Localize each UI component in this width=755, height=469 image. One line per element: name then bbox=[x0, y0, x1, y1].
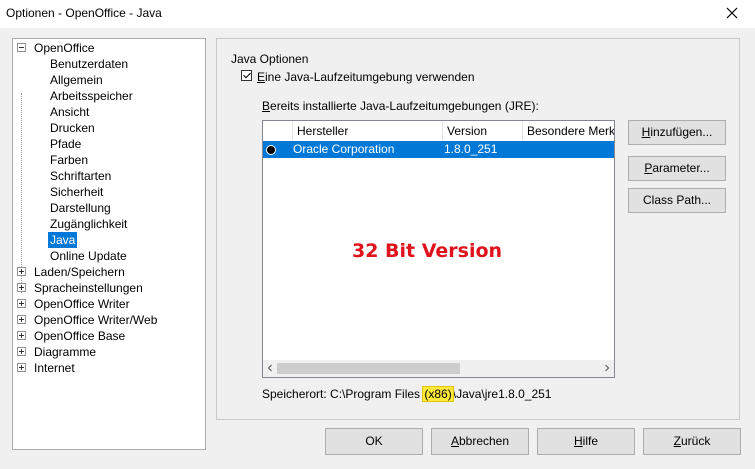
mnemonic: Z bbox=[673, 434, 681, 448]
label-text: ereits installierte Java-Laufzeitumgebun… bbox=[270, 99, 539, 113]
version-annotation: 32 Bit Version bbox=[352, 240, 503, 262]
options-tree[interactable]: OpenOffice Benutzerdaten Allgemein Arbei… bbox=[12, 38, 206, 450]
tree-item-label: Spracheinstellungen bbox=[34, 281, 143, 295]
tree-item-label: Laden/Speichern bbox=[34, 265, 125, 279]
mnemonic: H bbox=[641, 125, 651, 139]
mnemonic: H bbox=[573, 434, 583, 448]
parameters-button[interactable]: Parameter... bbox=[628, 156, 726, 181]
tree-item-label: Online Update bbox=[50, 249, 127, 263]
close-icon[interactable] bbox=[723, 4, 741, 22]
tree-item-label: Arbeitsspeicher bbox=[50, 89, 133, 103]
tree-item-label: Diagramme bbox=[34, 345, 97, 359]
column-header-select[interactable] bbox=[263, 121, 293, 141]
expand-icon[interactable] bbox=[17, 299, 26, 308]
tree-item-label: Sicherheit bbox=[50, 185, 104, 199]
tree-item-label: OpenOffice Writer bbox=[34, 297, 130, 311]
tree-guide-line bbox=[21, 93, 22, 293]
back-button[interactable]: Zurück bbox=[643, 428, 741, 455]
location-prefix: Speicherort: C:\Program Files bbox=[262, 387, 424, 401]
tree-item-label: Ansicht bbox=[50, 105, 90, 119]
location-highlight: (x86) bbox=[422, 386, 454, 402]
window-title: Optionen - OpenOffice - Java bbox=[6, 6, 162, 20]
use-jre-label[interactable]: Eine Java-Laufzeitumgebung verwenden bbox=[257, 70, 475, 84]
button-label: arameter... bbox=[652, 161, 710, 175]
jre-list-header: Hersteller Version Besondere Merkmale bbox=[263, 121, 614, 142]
tree-item-label: OpenOffice Base bbox=[34, 329, 126, 343]
tree-item-label: Schriftarten bbox=[50, 169, 112, 183]
tree-item-label: Drucken bbox=[50, 121, 95, 135]
tree-item-label: Farben bbox=[50, 153, 89, 167]
help-button[interactable]: Hilfe bbox=[537, 428, 635, 455]
title-bar: Optionen - OpenOffice - Java bbox=[0, 0, 755, 28]
expand-icon[interactable] bbox=[17, 267, 26, 276]
tree-item-label: Zugänglichkeit bbox=[50, 217, 128, 231]
cancel-button[interactable]: Abbrechen bbox=[431, 428, 529, 455]
button-label: ilfe bbox=[582, 434, 598, 448]
expand-icon[interactable] bbox=[17, 331, 26, 340]
class-path-button[interactable]: Class Path... bbox=[628, 188, 726, 213]
tree-item-label: Pfade bbox=[50, 137, 82, 151]
button-label: inzufügen... bbox=[650, 125, 713, 139]
installed-jre-label: Bereits installierte Java-Laufzeitumgebu… bbox=[262, 99, 539, 113]
tree-item-label: Benutzerdaten bbox=[50, 57, 129, 71]
jre-vendor: Oracle Corporation bbox=[293, 142, 395, 156]
mnemonic: A bbox=[450, 434, 459, 448]
tree-item-label: OpenOffice Writer/Web bbox=[34, 313, 158, 327]
tree-item-label: Internet bbox=[34, 361, 75, 375]
scroll-right-icon[interactable] bbox=[602, 363, 612, 373]
use-jre-checkbox[interactable] bbox=[241, 70, 252, 81]
scroll-left-icon[interactable] bbox=[265, 363, 275, 373]
column-header-vendor[interactable]: Hersteller bbox=[293, 121, 443, 141]
expand-icon[interactable] bbox=[17, 283, 26, 292]
group-label: Java Optionen bbox=[231, 52, 309, 66]
expand-icon[interactable] bbox=[17, 363, 26, 372]
jre-location: Speicherort: C:\Program Files (x86)\Java… bbox=[262, 386, 552, 402]
collapse-icon[interactable] bbox=[17, 43, 26, 52]
button-label: bbrechen bbox=[458, 434, 510, 448]
scrollbar-thumb[interactable] bbox=[277, 363, 460, 374]
expand-icon[interactable] bbox=[17, 347, 26, 356]
location-suffix: \Java\jre1.8.0_251 bbox=[452, 387, 552, 401]
tree-item-label: OpenOffice bbox=[34, 41, 95, 55]
add-button[interactable]: Hinzufügen... bbox=[628, 120, 726, 145]
jre-version: 1.8.0_251 bbox=[444, 142, 498, 156]
expand-icon[interactable] bbox=[17, 315, 26, 324]
tree-item-label: Darstellung bbox=[50, 201, 111, 215]
button-label: urück bbox=[681, 434, 711, 448]
ok-button[interactable]: OK bbox=[325, 428, 423, 455]
radio-selected-icon[interactable] bbox=[266, 145, 276, 155]
mnemonic: B bbox=[262, 99, 271, 113]
jre-row[interactable]: Oracle Corporation 1.8.0_251 bbox=[263, 141, 614, 158]
tree-item-label-selected: Java bbox=[48, 232, 78, 248]
column-header-version[interactable]: Version bbox=[443, 121, 523, 141]
mnemonic: E bbox=[257, 70, 266, 84]
label-text: ine Java-Laufzeitumgebung verwenden bbox=[265, 70, 475, 84]
horizontal-scrollbar[interactable] bbox=[263, 360, 614, 377]
column-header-features[interactable]: Besondere Merkmale bbox=[523, 121, 614, 141]
tree-item-label: Allgemein bbox=[50, 73, 103, 87]
